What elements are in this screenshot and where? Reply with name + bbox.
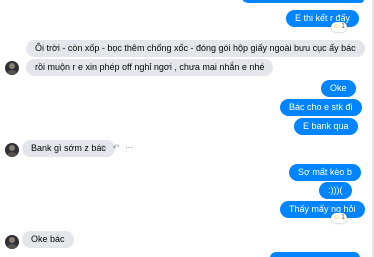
message-text: E bank qua [303,121,349,131]
message-text: Oke bác [31,234,65,244]
message-incoming[interactable]: Ôi trời - còn xốp - bọc thêm chống xốc -… [26,40,365,57]
smile-reaction-icon: ☺ [333,214,341,221]
reaction-count: 1 [341,23,346,30]
more-options-icon[interactable]: ⋯ [125,143,133,152]
message-outgoing[interactable]: :)))( [319,182,352,199]
message-incoming[interactable]: Oke bác [22,231,74,248]
reply-icon[interactable]: ↶ [112,143,120,152]
reaction-badge[interactable]: ☺ 1 [331,213,348,223]
reaction-count: 1 [341,214,346,221]
message-text: rồi muộn r e xin phép off nghỉ ngơi , ch… [35,62,265,72]
chat-window: { "conversation": { "messages": [ {"side… [0,0,374,257]
message-text: :)))( [328,185,343,195]
contact-avatar[interactable] [5,61,19,75]
outgoing-bubble-cropped[interactable] [270,252,360,257]
message-outgoing[interactable]: E bank qua [294,118,358,135]
message-text: Bác cho e stk đi [289,102,353,112]
message-outgoing[interactable]: Bác cho e stk đi [280,99,362,116]
message-text: Sợ mất kèo b [298,167,352,177]
message-outgoing[interactable]: Oke [321,80,356,97]
message-text: Thấy mấy ng hỏi [289,204,356,214]
message-outgoing[interactable]: E thi kết r đấy [286,10,360,27]
reaction-badge[interactable]: ☺ 1 [331,22,348,32]
message-text: Ôi trời - còn xốp - bọc thêm chống xốc -… [35,43,356,53]
message-text: Bank gì sớm z bác [31,143,106,153]
smile-reaction-icon: ☺ [333,23,341,30]
message-text: Oke [330,83,347,93]
contact-avatar[interactable] [5,143,19,157]
contact-avatar[interactable] [5,235,19,249]
message-outgoing[interactable]: Thấy mấy ng hỏi [280,201,365,218]
message-actions: ☺ ↶ ⋯ [99,143,133,152]
emoji-react-icon[interactable]: ☺ [99,143,107,152]
message-outgoing[interactable]: Sợ mất kèo b [289,164,361,181]
message-incoming[interactable]: rồi muộn r e xin phép off nghỉ ngơi , ch… [26,59,274,76]
outgoing-bubble-cropped[interactable] [240,0,364,3]
